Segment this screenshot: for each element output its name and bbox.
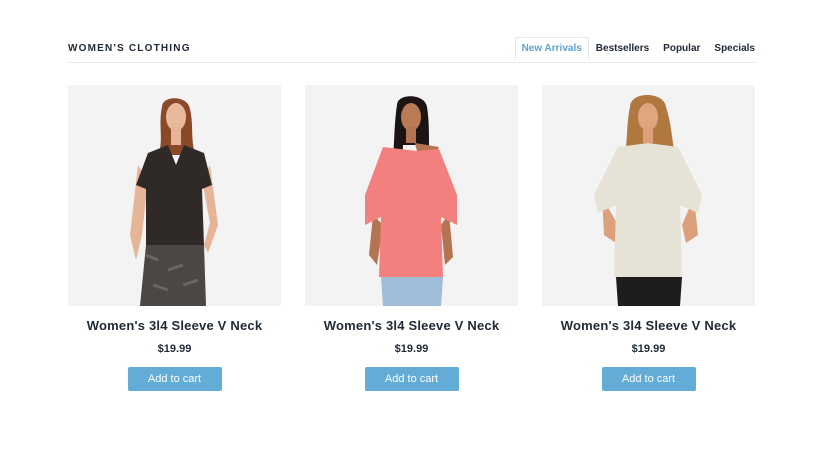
category-tabs: New Arrivals Bestsellers Popular Special…: [514, 37, 756, 61]
product-image[interactable]: [68, 85, 281, 306]
tab-new-arrivals[interactable]: New Arrivals: [514, 37, 589, 60]
tab-specials[interactable]: Specials: [707, 37, 756, 60]
section-title: WOMEN'S CLOTHING: [68, 43, 191, 54]
product-card: Women's 3l4 Sleeve V Neck $19.99 Add to …: [542, 85, 755, 391]
model-photo: [365, 96, 457, 306]
product-price: $19.99: [394, 343, 429, 355]
product-price: $19.99: [631, 343, 666, 355]
product-name[interactable]: Women's 3l4 Sleeve V Neck: [542, 318, 755, 333]
product-price: $19.99: [157, 343, 192, 355]
product-name[interactable]: Women's 3l4 Sleeve V Neck: [68, 318, 281, 333]
tab-popular[interactable]: Popular: [656, 37, 707, 60]
add-to-cart-button[interactable]: Add to cart: [127, 367, 222, 391]
model-photo: [594, 95, 702, 306]
product-card: Women's 3l4 Sleeve V Neck $19.99 Add to …: [68, 85, 281, 391]
add-to-cart-button[interactable]: Add to cart: [364, 367, 459, 391]
model-photo: [130, 98, 218, 306]
product-card: Women's 3l4 Sleeve V Neck $19.99 Add to …: [305, 85, 518, 391]
add-to-cart-button[interactable]: Add to cart: [601, 367, 696, 391]
section-header: WOMEN'S CLOTHING New Arrivals Bestseller…: [68, 36, 756, 63]
product-section: WOMEN'S CLOTHING New Arrivals Bestseller…: [0, 0, 828, 468]
product-name[interactable]: Women's 3l4 Sleeve V Neck: [305, 318, 518, 333]
product-image[interactable]: [542, 85, 755, 306]
product-image[interactable]: [305, 85, 518, 306]
tab-bestsellers[interactable]: Bestsellers: [589, 37, 656, 60]
